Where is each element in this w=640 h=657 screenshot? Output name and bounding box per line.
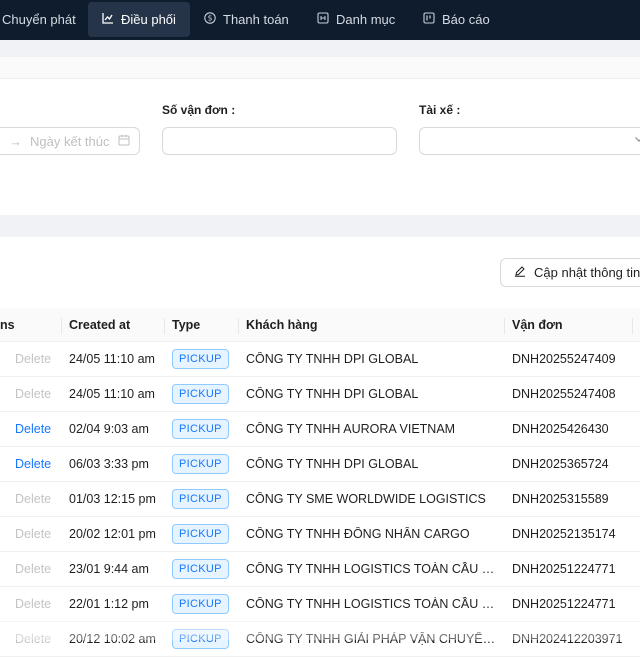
created-at-cell: 20/02 12:01 pm: [69, 527, 156, 541]
action-separator: ·: [0, 492, 1, 506]
type-tag: PICKUP: [172, 594, 229, 614]
created-at-cell: 22/01 1:12 pm: [69, 597, 149, 611]
delete-link: Delete: [15, 387, 52, 401]
filter-card-header: [0, 57, 640, 79]
table-row[interactable]: · Delete 02/04 9:03 am PICKUP CÔNG TY TNHH A…: [0, 412, 640, 447]
delete-link[interactable]: Delete: [15, 422, 51, 436]
nav-item-label: Thanh toán: [223, 12, 289, 27]
action-separator: ·: [0, 457, 1, 471]
created-at-cell: 06/03 3:33 pm: [69, 457, 149, 471]
date-range-picker[interactable]: → Ngày kết thúc: [0, 127, 140, 155]
created-at-cell: 24/05 11:10 am: [69, 387, 155, 401]
delete-link[interactable]: Delete: [15, 457, 51, 471]
catalog-icon: [317, 12, 329, 27]
column-divider: [238, 318, 239, 334]
customer-cell: CÔNG TY TNHH LOGISTICS TOÀN CẦU C...: [246, 597, 498, 611]
nav-item-label: Điều phối: [121, 12, 176, 27]
bottom-fade: [0, 620, 640, 640]
chevron-down-icon: [634, 133, 640, 147]
driver-select[interactable]: [419, 127, 640, 155]
update-info-label: Cập nhật thông tin: [534, 265, 640, 280]
table-row[interactable]: · Delete 22/01 1:12 pm PICKUP CÔNG TY TNHH L…: [0, 587, 640, 622]
type-tag: PICKUP: [172, 349, 229, 369]
dispatch-chart-icon: [102, 12, 114, 27]
column-divider: [504, 318, 505, 334]
customer-cell: CÔNG TY TNHH AURORA VIETNAM: [246, 422, 456, 436]
header-type[interactable]: Type: [172, 318, 200, 332]
customer-cell: CÔNG TY TNHH LOGISTICS TOÀN CẦU C...: [246, 562, 498, 576]
type-tag: PICKUP: [172, 559, 229, 579]
type-tag: PICKUP: [172, 454, 229, 474]
table-row[interactable]: · Delete 23/01 9:44 am PICKUP CÔNG TY TNHH L…: [0, 552, 640, 587]
nav-item-dieu-phoi[interactable]: Điều phối: [88, 2, 190, 37]
nav-item-label: Báo cáo: [442, 12, 490, 27]
table-row[interactable]: · Delete 20/02 12:01 pm PICKUP CÔNG TY TNHH …: [0, 517, 640, 552]
customer-cell: CÔNG TY TNHH DPI GLOBAL: [246, 387, 419, 401]
waybill-input[interactable]: [162, 127, 397, 155]
header-customer[interactable]: Khách hàng: [246, 318, 318, 332]
table-header: ns Created at Type Khách hàng Vận đơn: [0, 308, 640, 342]
type-tag: PICKUP: [172, 524, 229, 544]
waybill-cell: DNH20251224771: [512, 597, 616, 611]
type-tag: PICKUP: [172, 419, 229, 439]
column-divider: [632, 318, 633, 334]
nav-item-label: Danh mục: [336, 12, 396, 27]
column-divider: [61, 318, 62, 334]
waybill-cell: DNH20255247408: [512, 387, 616, 401]
type-tag: PICKUP: [172, 489, 229, 509]
nav-item-chuyen-phat[interactable]: Chuyển phát: [2, 2, 82, 37]
action-separator: ·: [0, 352, 1, 366]
customer-cell: CÔNG TY SME WORLDWIDE LOGISTICS: [246, 492, 486, 506]
header-created-at[interactable]: Created at: [69, 318, 130, 332]
header-waybill[interactable]: Vận đơn: [512, 318, 563, 332]
waybill-cell: DNH20251224771: [512, 562, 616, 576]
delete-link: Delete: [15, 527, 52, 541]
action-separator: ·: [0, 422, 1, 436]
action-separator: ·: [0, 562, 1, 576]
type-tag: PICKUP: [172, 384, 229, 404]
waybill-cell: DNH2025426430: [512, 422, 609, 436]
table-row[interactable]: · Delete 24/05 11:10 am PICKUP CÔNG TY TNHH …: [0, 342, 640, 377]
action-separator: ·: [0, 387, 1, 401]
waybill-cell: DNH2025365724: [512, 457, 609, 471]
waybill-cell: DNH20255247409: [512, 352, 616, 366]
svg-text:$: $: [208, 14, 213, 23]
delete-link: Delete: [15, 492, 52, 506]
table-row[interactable]: · Delete 24/05 11:10 am PICKUP CÔNG TY TNHH …: [0, 377, 640, 412]
date-end-placeholder: Ngày kết thúc: [30, 133, 110, 149]
driver-label: Tài xế :: [419, 103, 461, 117]
column-divider: [164, 318, 165, 334]
delete-link: Delete: [15, 597, 52, 611]
customer-cell: CÔNG TY TNHH DPI GLOBAL: [246, 352, 419, 366]
delete-link: Delete: [15, 352, 52, 366]
report-icon: [423, 12, 435, 27]
top-navigation-bar: Chuyển phát Điều phối $ Thanh toán Danh …: [0, 0, 640, 40]
calendar-icon: [118, 134, 130, 149]
waybill-cell: DNH2025315589: [512, 492, 609, 506]
nav-item-bao-cao[interactable]: Báo cáo: [423, 2, 503, 37]
action-separator: ·: [0, 597, 1, 611]
nav-item-label: Chuyển phát: [2, 12, 76, 27]
created-at-cell: 24/05 11:10 am: [69, 352, 155, 366]
created-at-cell: 02/04 9:03 am: [69, 422, 149, 436]
customer-cell: CÔNG TY TNHH DPI GLOBAL: [246, 457, 419, 471]
created-at-cell: 01/03 12:15 pm: [69, 492, 156, 506]
header-actions: ns: [0, 318, 15, 332]
nav-item-danh-muc[interactable]: Danh mục: [317, 2, 407, 37]
table-row[interactable]: · Delete 06/03 3:33 pm PICKUP CÔNG TY TNHH D…: [0, 447, 640, 482]
created-at-cell: 23/01 9:44 am: [69, 562, 149, 576]
update-info-button[interactable]: Cập nhật thông tin: [500, 258, 640, 287]
dollar-icon: $: [204, 12, 216, 27]
action-separator: ·: [0, 527, 1, 541]
nav-item-thanh-toan[interactable]: $ Thanh toán: [204, 2, 304, 37]
table-row[interactable]: · Delete 01/03 12:15 pm PICKUP CÔNG TY SME W…: [0, 482, 640, 517]
waybill-cell: DNH20252135174: [512, 527, 616, 541]
waybill-label: Số vận đơn :: [162, 103, 236, 117]
edit-icon: [514, 265, 526, 280]
customer-cell: CÔNG TY TNHH ĐÔNG NHÂN CARGO: [246, 527, 470, 541]
arrow-right-icon: →: [9, 133, 22, 149]
delete-link: Delete: [15, 562, 52, 576]
